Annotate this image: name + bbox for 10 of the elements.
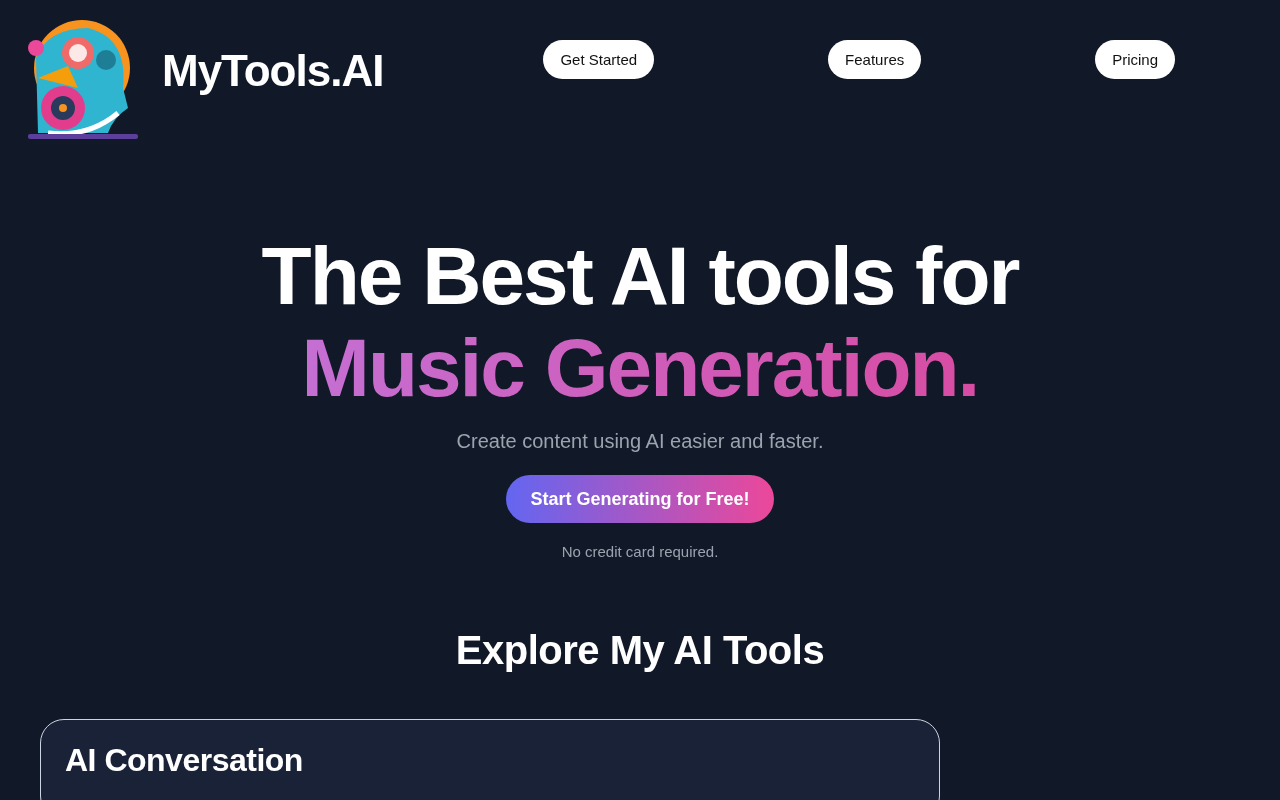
nav-button[interactable]: Pricing (1095, 39, 1175, 79)
nav-button[interactable]: Get Started (543, 39, 655, 79)
hero-subtitle: Create content using AI easier and faster. (456, 430, 824, 453)
tool-card-title: AI Conversation (65, 742, 304, 779)
start-generating-button[interactable]: Start Generating for Free! (506, 475, 774, 523)
brand-name: MyTools.AI (162, 46, 384, 96)
no-credit-card-note: No credit card required. (561, 543, 719, 560)
nav-button[interactable]: Features (828, 39, 922, 79)
section-heading: Explore My AI Tools (454, 628, 826, 673)
tool-card[interactable]: AI Conversation (40, 719, 940, 800)
